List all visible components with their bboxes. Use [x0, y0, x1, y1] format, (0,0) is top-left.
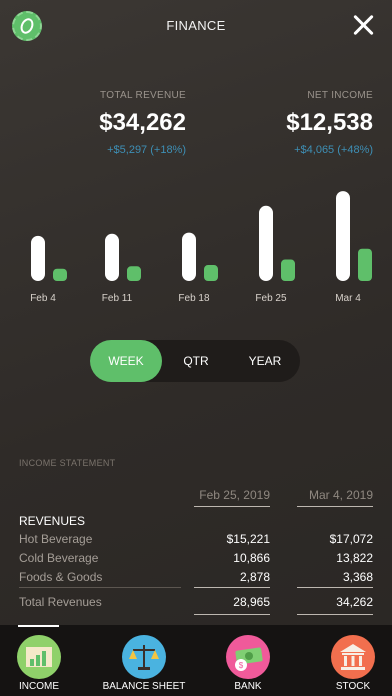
total-underline-2 — [297, 614, 373, 615]
tab-bank[interactable]: $ BANK — [209, 625, 287, 696]
row-label: Cold Beverage — [19, 551, 99, 565]
bottom-tab-bar: INCOME BALANCE SHEET $ BANK STOCK — [0, 625, 392, 696]
x-tick-label: Feb 18 — [178, 293, 210, 304]
revenue-bar — [31, 235, 45, 281]
total-revenue-label: TOTAL REVENUE — [100, 90, 186, 101]
net-income-bar — [53, 268, 67, 281]
row-value-1: 10,866 — [233, 551, 270, 565]
total-label: Total Revenues — [19, 595, 102, 609]
table-row: Cold Beverage 10,866 13,822 — [0, 551, 392, 569]
bank-building-icon — [331, 635, 375, 679]
money-icon: $ — [226, 635, 270, 679]
total-underline-1 — [194, 614, 270, 615]
revenue-bar — [259, 205, 273, 281]
total-value-1: 28,965 — [233, 595, 270, 609]
net-income-value: $12,538 — [286, 109, 373, 136]
total-revenue-delta: +$5,297 (+18%) — [107, 144, 186, 156]
active-tab-indicator — [18, 625, 59, 627]
tab-stock[interactable]: STOCK — [314, 625, 392, 696]
page-title: FINANCE — [166, 18, 226, 33]
net-income-bar — [204, 265, 218, 281]
revenue-bar — [336, 191, 350, 281]
close-icon[interactable] — [352, 14, 374, 36]
x-tick-label: Feb 11 — [102, 293, 133, 304]
tab-label: STOCK — [335, 681, 371, 692]
tab-balance-sheet[interactable]: BALANCE SHEET — [103, 625, 185, 696]
weekly-bar-chart: Feb 4 Feb 11 Feb 18 Feb 25 Mar 4 — [30, 191, 372, 304]
tab-label: BANK — [234, 681, 262, 692]
row-label: Foods & Goods — [19, 570, 103, 584]
total-value-2: 34,262 — [336, 595, 373, 609]
toggle-year-button[interactable]: YEAR — [230, 340, 300, 382]
tab-label: BALANCE SHEET — [102, 681, 186, 692]
table-row: Foods & Goods 2,878 3,368 — [0, 570, 392, 588]
row-value-2: $17,072 — [329, 532, 373, 546]
period-toggle: WEEK QTR YEAR — [90, 340, 300, 382]
subtotal-divider-1 — [194, 587, 270, 588]
row-value-2: 3,368 — [342, 570, 373, 584]
total-revenue-value: $34,262 — [99, 109, 186, 136]
income-chart-icon — [17, 635, 61, 679]
column-2-divider — [297, 506, 373, 507]
revenue-bar — [105, 233, 119, 281]
svg-text:$: $ — [239, 661, 244, 670]
column-1-divider — [194, 506, 270, 507]
row-label: Hot Beverage — [19, 532, 93, 546]
tab-income[interactable]: INCOME — [0, 625, 78, 696]
x-tick-label: Mar 4 — [335, 293, 361, 304]
net-income-bar — [358, 248, 372, 281]
row-value-2: 13,822 — [336, 551, 373, 565]
net-income-bar — [127, 266, 141, 281]
revenues-header: REVENUES — [19, 514, 86, 528]
toggle-qtr-button[interactable]: QTR — [162, 340, 230, 382]
toggle-week-button[interactable]: WEEK — [90, 340, 162, 382]
row-value-1: 2,878 — [239, 570, 270, 584]
net-income-kpi: NET INCOME $12,538 +$4,065 (+48%) — [286, 90, 373, 156]
tab-label: INCOME — [19, 681, 59, 692]
section-label: INCOME STATEMENT — [19, 458, 116, 468]
column-header-2: Mar 4, 2019 — [308, 488, 373, 502]
column-header-1: Feb 25, 2019 — [199, 488, 270, 502]
x-tick-label: Feb 4 — [30, 293, 56, 304]
row-value-1: $15,221 — [226, 532, 270, 546]
net-income-label: NET INCOME — [307, 90, 373, 101]
net-income-bar — [281, 259, 295, 281]
x-tick-label: Feb 25 — [255, 293, 287, 304]
subtotal-divider-2 — [297, 587, 373, 588]
revenue-bar — [182, 232, 196, 281]
total-revenue-kpi: TOTAL REVENUE $34,262 +$5,297 (+18%) — [99, 90, 186, 156]
app-header: FINANCE — [0, 0, 392, 52]
scales-icon — [122, 635, 166, 679]
total-row: Total Revenues 28,965 34,262 — [0, 595, 392, 613]
net-income-delta: +$4,065 (+48%) — [294, 144, 373, 156]
table-row: Hot Beverage $15,221 $17,072 — [0, 532, 392, 550]
total-divider-left — [19, 587, 181, 588]
